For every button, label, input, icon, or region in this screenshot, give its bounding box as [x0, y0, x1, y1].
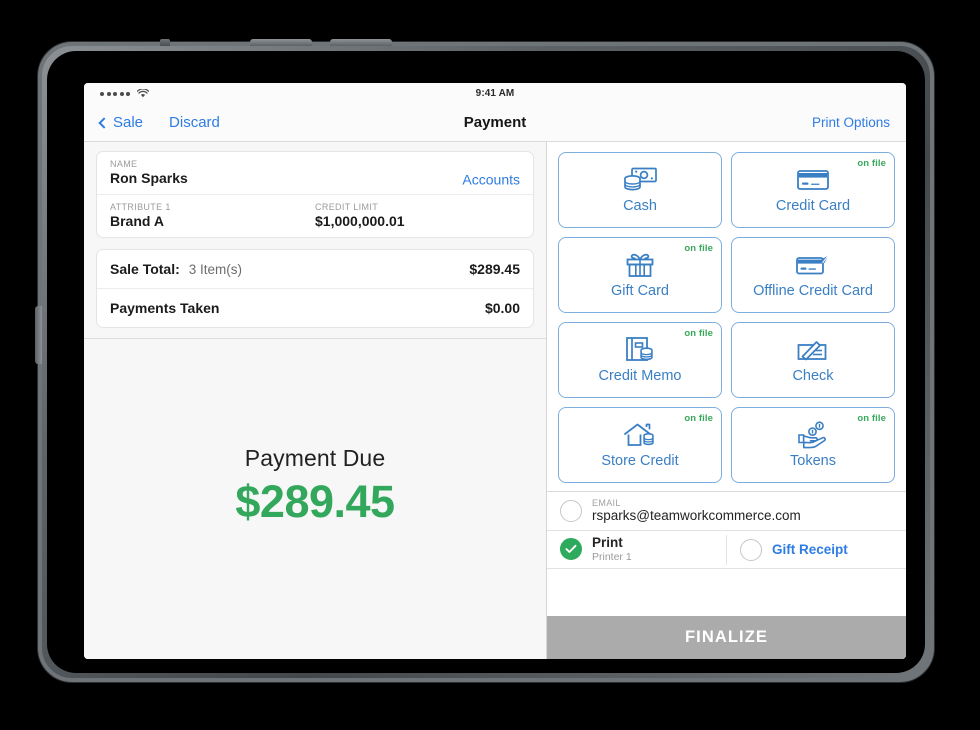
tablet-device-frame: 9:41 AM Sale Discard Payment Print Optio… [35, 39, 934, 682]
payment-method-label: Offline Credit Card [753, 283, 873, 299]
totals-card: Sale Total: 3 Item(s) $289.45 Payments T… [96, 249, 534, 328]
side-button[interactable] [35, 306, 42, 364]
payment-method-store-credit[interactable]: on file Store Credit [558, 407, 722, 483]
summary-cards-area: NAME Ron Sparks Accounts ATTRIBUTE 1 Bra… [84, 142, 546, 338]
credit-limit-cell: CREDIT LIMIT $1,000,000.01 [315, 202, 520, 229]
on-file-badge: on file [857, 413, 886, 424]
on-file-badge: on file [857, 158, 886, 169]
status-bar-clock: 9:41 AM [475, 88, 515, 99]
customer-name-label: NAME [110, 159, 138, 169]
payments-taken-label: Payments Taken [110, 300, 220, 316]
status-bar: 9:41 AM [84, 83, 906, 104]
chevron-left-icon [98, 116, 110, 129]
email-receipt-toggle[interactable]: EMAIL rsparks@teamworkcommerce.com [547, 494, 906, 529]
cash-icon [623, 166, 657, 194]
gift-receipt-texts: Gift Receipt [772, 542, 848, 558]
sale-total-label-group: Sale Total: 3 Item(s) [110, 261, 242, 277]
attribute-1-cell: ATTRIBUTE 1 Brand A [110, 202, 315, 229]
right-pane: Cash on file Credit Card on file Gift Ca… [547, 142, 906, 659]
payment-due-amount: $289.45 [235, 475, 395, 527]
sale-total-value: $289.45 [469, 261, 520, 277]
payment-method-tokens[interactable]: on file Tokens [731, 407, 895, 483]
gift-receipt-toggle[interactable]: Gift Receipt [726, 534, 906, 565]
print-texts: Print Printer 1 [592, 535, 632, 563]
printer-name: Printer 1 [592, 551, 632, 564]
print-label: Print [592, 535, 623, 551]
gift-receipt-label: Gift Receipt [772, 541, 848, 557]
payment-methods-grid: Cash on file Credit Card on file Gift Ca… [547, 142, 906, 491]
payment-method-label: Gift Card [610, 283, 669, 299]
payment-due-label: Payment Due [244, 444, 386, 471]
discard-button[interactable]: Discard [169, 114, 220, 131]
navigation-left-group: Sale Discard [98, 114, 220, 131]
device-bezel: 9:41 AM Sale Discard Payment Print Optio… [47, 51, 925, 673]
email-value: rsparks@teamworkcommerce.com [592, 508, 801, 524]
power-button[interactable] [160, 39, 170, 46]
payment-method-check[interactable]: Check [731, 322, 895, 398]
back-button-label: Sale [113, 114, 144, 131]
email-texts: EMAIL rsparks@teamworkcommerce.com [592, 498, 801, 525]
sale-total-row: Sale Total: 3 Item(s) $289.45 [97, 250, 533, 288]
volume-down-button[interactable] [330, 39, 392, 46]
gift-card-icon [624, 251, 656, 279]
credit-limit-value: $1,000,000.01 [315, 213, 405, 229]
attribute-1-value: Brand A [110, 213, 164, 229]
on-file-badge: on file [684, 328, 713, 339]
payment-method-label: Credit Card [775, 198, 851, 214]
customer-card: NAME Ron Sparks Accounts ATTRIBUTE 1 Bra… [96, 151, 534, 238]
payment-method-label: Store Credit [601, 453, 679, 469]
payments-taken-row: Payments Taken $0.00 [97, 288, 533, 327]
receipt-options-spacer [547, 568, 906, 588]
payment-method-offline-credit-card[interactable]: Offline Credit Card [731, 237, 895, 313]
payment-method-gift-card[interactable]: on file Gift Card [558, 237, 722, 313]
offline-credit-card-icon [795, 251, 831, 279]
email-label: EMAIL [592, 497, 621, 508]
payment-method-cash[interactable]: Cash [558, 152, 722, 228]
credit-card-icon [796, 166, 830, 194]
print-options-row: Print Printer 1 Gift Receipt [547, 530, 906, 568]
sale-total-label: Sale Total: [110, 261, 180, 277]
customer-name-row: NAME Ron Sparks Accounts [97, 152, 533, 194]
finalize-button[interactable]: FINALIZE [547, 616, 906, 659]
navigation-bar: Sale Discard Payment Print Options [84, 104, 906, 142]
app-screen: 9:41 AM Sale Discard Payment Print Optio… [84, 83, 906, 659]
accounts-link[interactable]: Accounts [462, 171, 520, 187]
screenshot-stage: 9:41 AM Sale Discard Payment Print Optio… [0, 0, 980, 730]
payment-method-label: Check [792, 368, 834, 384]
customer-name-value: Ron Sparks [110, 170, 188, 186]
payment-method-credit-card[interactable]: on file Credit Card [731, 152, 895, 228]
sale-total-item-count: 3 Item(s) [188, 262, 243, 277]
tokens-icon [796, 421, 830, 449]
left-pane: NAME Ron Sparks Accounts ATTRIBUTE 1 Bra… [84, 142, 547, 659]
volume-up-button[interactable] [250, 39, 312, 46]
print-options-button[interactable]: Print Options [812, 115, 890, 130]
credit-memo-icon [624, 336, 656, 364]
email-radio-icon[interactable] [560, 500, 582, 522]
payment-method-label: Credit Memo [598, 368, 682, 384]
back-to-sale-button[interactable]: Sale [98, 114, 144, 131]
on-file-badge: on file [684, 243, 713, 254]
customer-attributes-row: ATTRIBUTE 1 Brand A CREDIT LIMIT $1,000,… [97, 194, 533, 237]
attribute-1-label: ATTRIBUTE 1 [110, 202, 171, 212]
credit-limit-label: CREDIT LIMIT [315, 202, 379, 212]
email-receipt-row: EMAIL rsparks@teamworkcommerce.com [547, 492, 906, 530]
payments-taken-value: $0.00 [484, 300, 520, 316]
gift-receipt-radio-icon[interactable] [740, 538, 762, 561]
payment-method-credit-memo[interactable]: on file Credit Memo [558, 322, 722, 398]
on-file-badge: on file [684, 413, 713, 424]
print-receipt-toggle[interactable]: Print Printer 1 [547, 531, 726, 567]
payment-method-label: Tokens [790, 453, 836, 469]
content-split: NAME Ron Sparks Accounts ATTRIBUTE 1 Bra… [84, 142, 906, 659]
payment-method-label: Cash [623, 198, 657, 214]
receipt-options: EMAIL rsparks@teamworkcommerce.com Print… [547, 491, 906, 588]
payment-due-area: Payment Due $289.45 [84, 338, 546, 659]
check-icon [796, 336, 830, 364]
print-checked-icon[interactable] [560, 538, 582, 561]
store-credit-icon [622, 421, 658, 449]
